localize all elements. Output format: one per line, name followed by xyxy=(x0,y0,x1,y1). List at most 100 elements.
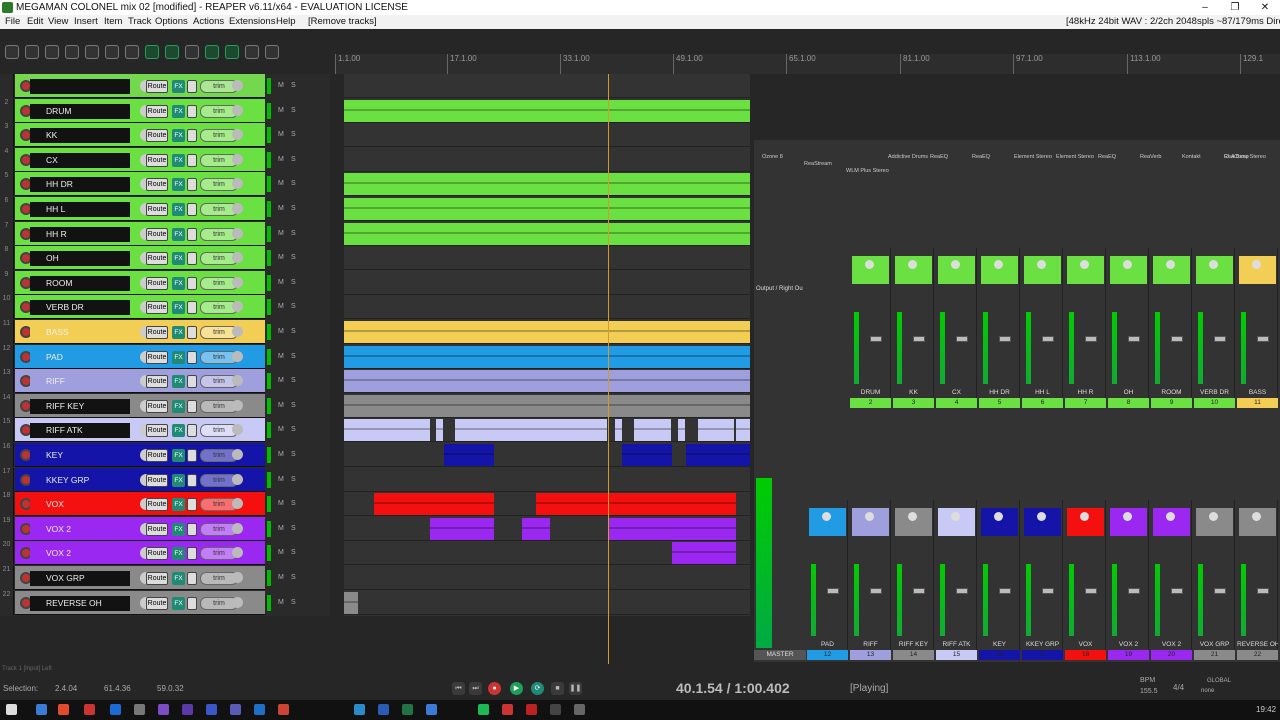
volume-fader[interactable] xyxy=(956,336,968,342)
pan-knob[interactable] xyxy=(232,178,243,189)
fx-bypass-button[interactable] xyxy=(187,79,197,93)
track-header[interactable]: 3 KK Route FX trim M S xyxy=(0,123,330,147)
track-header[interactable]: 17 KKEY GRP Route FX trim M S xyxy=(0,468,330,492)
pan-knob[interactable] xyxy=(1123,260,1132,269)
mixer-strip[interactable]: VOX 18 xyxy=(1065,500,1106,660)
mixer-strip[interactable]: VOX 2 20 xyxy=(1151,500,1192,660)
track-name[interactable]: HH DR xyxy=(30,176,130,192)
mute-button[interactable]: M xyxy=(278,451,284,458)
mixer-strip[interactable]: HH DR 5 xyxy=(979,248,1020,408)
fx-bypass-button[interactable] xyxy=(187,153,197,167)
pan-knob[interactable] xyxy=(232,228,243,239)
media-item[interactable] xyxy=(678,419,685,441)
route-button[interactable]: Route xyxy=(146,596,168,610)
fx-slot[interactable]: ReaEQ xyxy=(1098,154,1116,161)
timeline-ruler[interactable]: 1.1.00 17.1.00 33.1.00 49.1.00 65.1.00 8… xyxy=(335,54,1280,74)
pan-knob[interactable] xyxy=(908,512,917,521)
fx-slot[interactable]: ReaEQ xyxy=(930,154,948,161)
volume-fader[interactable] xyxy=(1042,588,1054,594)
fx-slot[interactable]: Element Stereo xyxy=(1056,154,1094,161)
mute-button[interactable]: M xyxy=(278,254,284,261)
volume-fader[interactable] xyxy=(913,336,925,342)
solo-button[interactable]: S xyxy=(291,107,296,114)
app-icon[interactable] xyxy=(230,704,241,715)
mixer-strip[interactable]: ROOM 9 xyxy=(1151,248,1192,408)
new-project-icon[interactable] xyxy=(5,45,19,59)
volume-fader[interactable] xyxy=(1257,588,1269,594)
mixer-strip[interactable]: HH L 6 xyxy=(1022,248,1063,408)
fx-slot[interactable]: WLM Plus Stereo xyxy=(846,168,889,175)
track-lane[interactable] xyxy=(344,295,750,319)
app-icon[interactable] xyxy=(426,704,437,715)
track-header[interactable]: 21 VOX GRP Route FX trim M S xyxy=(0,566,330,590)
track-name[interactable] xyxy=(30,78,130,94)
menu-insert[interactable]: Insert xyxy=(74,15,98,29)
track-lane[interactable] xyxy=(344,320,750,344)
pan-knob[interactable] xyxy=(232,301,243,312)
pan-knob[interactable] xyxy=(1166,260,1175,269)
fx-button[interactable]: FX xyxy=(172,571,185,585)
maximize-button[interactable]: ❐ xyxy=(1220,0,1250,15)
fx-button[interactable]: FX xyxy=(172,79,185,93)
route-button[interactable]: Route xyxy=(146,128,168,142)
fx-slot[interactable]: ReaVerb xyxy=(1140,154,1161,161)
pan-knob[interactable] xyxy=(232,547,243,558)
solo-button[interactable]: S xyxy=(291,574,296,581)
media-item[interactable] xyxy=(522,518,550,540)
track-name[interactable]: BASS xyxy=(30,324,130,340)
volume-fader[interactable] xyxy=(1171,336,1183,342)
solo-button[interactable]: S xyxy=(291,279,296,286)
repeat-icon[interactable]: ⟳ xyxy=(531,682,544,695)
pan-knob[interactable] xyxy=(1209,260,1218,269)
snap-grid-icon[interactable] xyxy=(225,45,239,59)
pan-knob[interactable] xyxy=(232,597,243,608)
track-lane[interactable] xyxy=(344,591,750,615)
track-lane[interactable] xyxy=(344,468,750,492)
solo-button[interactable]: S xyxy=(291,599,296,606)
photoshop-icon[interactable] xyxy=(254,704,265,715)
track-lane[interactable] xyxy=(344,492,750,516)
mixer-strip[interactable]: BASS 11 xyxy=(1237,248,1278,408)
pan-knob[interactable] xyxy=(232,129,243,140)
pan-knob[interactable] xyxy=(232,203,243,214)
app-icon[interactable] xyxy=(574,704,585,715)
track-lane[interactable] xyxy=(344,99,750,123)
mute-button[interactable]: M xyxy=(278,156,284,163)
track-name[interactable]: HH L xyxy=(30,201,130,217)
fx-button[interactable]: FX xyxy=(172,251,185,265)
fx-button[interactable]: FX xyxy=(172,300,185,314)
track-lane[interactable] xyxy=(344,246,750,270)
track-lane[interactable] xyxy=(344,541,750,565)
media-item[interactable] xyxy=(344,173,750,195)
app-icon[interactable] xyxy=(550,704,561,715)
media-item[interactable] xyxy=(615,419,622,441)
media-item[interactable] xyxy=(698,419,734,441)
fx-button[interactable]: FX xyxy=(172,546,185,560)
track-header[interactable]: 16 KEY Route FX trim M S xyxy=(0,443,330,467)
fx-slot[interactable]: ReaStream xyxy=(804,161,832,168)
fx-button[interactable]: FX xyxy=(172,399,185,413)
mixer-strip[interactable]: RIFF KEY 14 xyxy=(893,500,934,660)
track-header[interactable]: 7 HH R Route FX trim M S xyxy=(0,222,330,246)
pan-knob[interactable] xyxy=(994,260,1003,269)
position-display[interactable]: 40.1.54 / 1:00.402 xyxy=(676,680,790,696)
fx-button[interactable]: FX xyxy=(172,448,185,462)
fx-bypass-button[interactable] xyxy=(187,497,197,511)
pan-knob[interactable] xyxy=(232,474,243,485)
automation-mode[interactable]: none xyxy=(1201,688,1214,694)
fx-button[interactable]: FX xyxy=(172,350,185,364)
pan-knob[interactable] xyxy=(232,277,243,288)
volume-fader[interactable] xyxy=(1171,588,1183,594)
track-name[interactable]: VOX 2 xyxy=(30,521,130,537)
excel-icon[interactable] xyxy=(402,704,413,715)
volume-fader[interactable] xyxy=(913,588,925,594)
lock-icon[interactable] xyxy=(265,45,279,59)
route-button[interactable]: Route xyxy=(146,227,168,241)
route-button[interactable]: Route xyxy=(146,177,168,191)
track-header[interactable]: Route FX trim M S xyxy=(0,74,330,98)
menu-extensions[interactable]: Extensions xyxy=(229,15,275,29)
solo-button[interactable]: S xyxy=(291,180,296,187)
volume-fader[interactable] xyxy=(956,588,968,594)
media-item[interactable] xyxy=(536,493,736,515)
route-button[interactable]: Route xyxy=(146,423,168,437)
